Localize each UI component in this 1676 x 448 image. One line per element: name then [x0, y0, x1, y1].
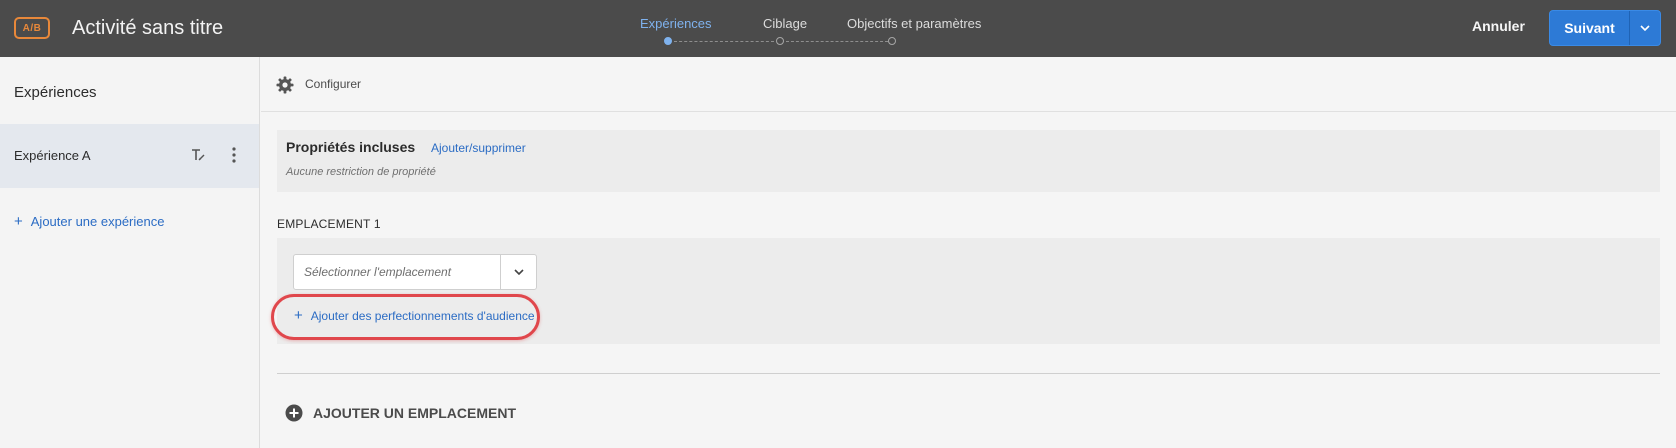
- step-dot-goals: [888, 37, 896, 45]
- add-location-button[interactable]: AJOUTER UN EMPLACEMENT: [285, 404, 516, 422]
- plus-icon: +: [294, 307, 303, 324]
- more-vertical-icon[interactable]: [231, 146, 237, 164]
- chevron-down-icon[interactable]: [500, 255, 536, 289]
- plus-icon: +: [14, 213, 23, 230]
- no-property-restriction-text: Aucune restriction de propriété: [286, 166, 436, 178]
- step-experiences[interactable]: Expériences: [640, 16, 712, 31]
- sidebar-item-experience-a[interactable]: Expérience A: [0, 124, 259, 188]
- gear-icon[interactable]: [276, 76, 294, 94]
- included-properties-panel: Propriétés incluses Ajouter/supprimer Au…: [277, 130, 1660, 192]
- step-targeting[interactable]: Ciblage: [763, 16, 807, 31]
- experiences-sidebar: Expériences Expérience A + Ajouter une e…: [0, 57, 260, 448]
- configure-label[interactable]: Configurer: [305, 77, 361, 91]
- top-bar: A/B Activité sans titre Expériences Cibl…: [0, 0, 1676, 57]
- step-connector: [674, 41, 774, 42]
- sidebar-item-label: Expérience A: [14, 148, 91, 163]
- plus-circle-icon: [285, 404, 303, 422]
- location-title: EMPLACEMENT 1: [277, 217, 381, 231]
- divider: [277, 373, 1660, 374]
- add-audience-refinements-label: Ajouter des perfectionnements d'audience: [310, 308, 535, 323]
- ab-activity-badge: A/B: [14, 17, 50, 39]
- add-location-label: AJOUTER UN EMPLACEMENT: [313, 405, 517, 421]
- cancel-button[interactable]: Annuler: [1472, 18, 1525, 34]
- step-dot-experiences: [664, 37, 672, 45]
- configure-bar: Configurer: [261, 57, 1676, 112]
- workflow-steps: Expériences Ciblage Objectifs et paramèt…: [640, 0, 1060, 57]
- step-goals-settings[interactable]: Objectifs et paramètres: [847, 16, 981, 31]
- next-split-button: Suivant: [1549, 10, 1661, 46]
- add-experience-label: Ajouter une expérience: [30, 214, 165, 229]
- step-connector: [786, 41, 888, 42]
- next-menu-chevron-down-icon[interactable]: [1630, 11, 1660, 45]
- location-panel: + Ajouter des perfectionnements d'audien…: [271, 238, 1660, 344]
- add-remove-properties-link[interactable]: Ajouter/supprimer: [431, 141, 526, 155]
- step-dot-targeting: [776, 37, 784, 45]
- add-audience-refinements-link[interactable]: + Ajouter des perfectionnements d'audien…: [294, 308, 535, 323]
- add-experience-link[interactable]: + Ajouter une expérience: [14, 214, 164, 229]
- activity-title[interactable]: Activité sans titre: [72, 17, 223, 40]
- included-properties-title: Propriétés incluses: [286, 139, 416, 155]
- rename-icon[interactable]: [190, 147, 206, 163]
- location-select-input[interactable]: [294, 255, 500, 289]
- sidebar-title: Expériences: [14, 84, 97, 101]
- next-button[interactable]: Suivant: [1550, 11, 1630, 45]
- location-select[interactable]: [293, 254, 537, 290]
- main-panel: Configurer Propriétés incluses Ajouter/s…: [261, 57, 1676, 448]
